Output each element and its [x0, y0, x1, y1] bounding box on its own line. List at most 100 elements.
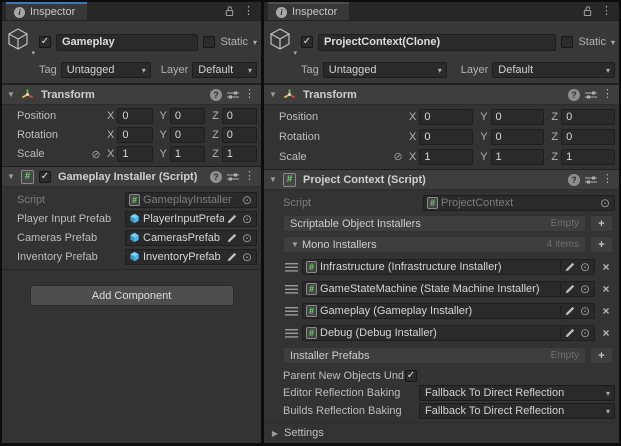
static-dropdown-icon[interactable]: ▾: [253, 38, 257, 47]
edit-pencil-icon[interactable]: [565, 262, 575, 272]
drag-handle-icon[interactable]: [285, 307, 298, 316]
edit-pencil-icon[interactable]: [227, 252, 237, 262]
link-scale-icon[interactable]: ⊘: [391, 150, 405, 163]
tab-inspector[interactable]: i Inspector: [268, 2, 349, 20]
component-menu-icon[interactable]: ⋮: [244, 171, 255, 182]
gameobject-icon[interactable]: ▾: [268, 27, 296, 57]
script-object-field[interactable]: GameplayInstaller ⊙: [125, 192, 257, 208]
installer-object-field[interactable]: Debug (Debug Installer) ⊙: [302, 325, 595, 341]
active-checkbox[interactable]: ✓: [301, 36, 313, 48]
installer-prefabs-bar[interactable]: Installer Prefabs Empty: [283, 347, 586, 364]
foldout-icon[interactable]: ▼: [290, 240, 300, 249]
active-checkbox[interactable]: ✓: [39, 36, 51, 48]
panel-menu-icon[interactable]: ⋮: [243, 6, 254, 17]
object-picker-icon[interactable]: ⊙: [578, 283, 592, 295]
foldout-icon[interactable]: ▼: [268, 90, 278, 99]
edit-pencil-icon[interactable]: [565, 284, 575, 294]
remove-item-icon[interactable]: ×: [599, 260, 613, 274]
component-menu-icon[interactable]: ⋮: [602, 174, 613, 185]
component-enabled-checkbox[interactable]: ✓: [39, 171, 51, 183]
add-item-button[interactable]: +: [590, 236, 613, 253]
parent-new-objects-checkbox[interactable]: ✓: [405, 370, 417, 382]
object-picker-icon[interactable]: ⊙: [240, 232, 254, 244]
rotation-x-field[interactable]: 0: [117, 127, 152, 143]
object-picker-icon[interactable]: ⊙: [240, 213, 254, 225]
remove-item-icon[interactable]: ×: [599, 326, 613, 340]
position-z-field[interactable]: 0: [561, 109, 615, 125]
rotation-z-field[interactable]: 0: [561, 129, 615, 145]
position-x-field[interactable]: 0: [117, 108, 152, 124]
script-object-field[interactable]: ProjectContext ⊙: [423, 195, 615, 211]
edit-pencil-icon[interactable]: [227, 233, 237, 243]
scale-z-field[interactable]: 1: [222, 146, 257, 162]
cameras-prefab-field[interactable]: CamerasPrefab ⊙: [125, 230, 257, 246]
presets-icon[interactable]: [227, 172, 239, 182]
installer-object-field[interactable]: Gameplay (Gameplay Installer) ⊙: [302, 303, 595, 319]
object-picker-icon[interactable]: ⊙: [598, 197, 612, 209]
tag-dropdown[interactable]: Untagged ▾: [323, 62, 447, 78]
presets-icon[interactable]: [585, 175, 597, 185]
rotation-z-field[interactable]: 0: [222, 127, 257, 143]
position-x-field[interactable]: 0: [419, 109, 473, 125]
static-dropdown-icon[interactable]: ▾: [611, 38, 615, 47]
remove-item-icon[interactable]: ×: [599, 282, 613, 296]
builds-reflection-baking-dropdown[interactable]: Fallback To Direct Reflection ▾: [419, 403, 615, 419]
help-icon[interactable]: ?: [210, 89, 222, 101]
settings-foldout[interactable]: ▶ Settings: [264, 422, 619, 443]
link-scale-icon[interactable]: ⊘: [89, 148, 103, 161]
unlock-icon[interactable]: [582, 5, 593, 17]
presets-icon[interactable]: [585, 90, 597, 100]
tag-dropdown[interactable]: Untagged ▾: [61, 62, 151, 78]
rotation-x-field[interactable]: 0: [419, 129, 473, 145]
scriptable-object-installers-bar[interactable]: Scriptable Object Installers Empty: [283, 215, 586, 232]
component-menu-icon[interactable]: ⋮: [244, 89, 255, 100]
rotation-y-field[interactable]: 0: [170, 127, 205, 143]
drag-handle-icon[interactable]: [285, 263, 298, 272]
gameobject-icon[interactable]: ▾: [6, 27, 34, 57]
static-checkbox[interactable]: [561, 36, 573, 48]
layer-dropdown[interactable]: Default ▾: [192, 62, 257, 78]
foldout-icon[interactable]: ▼: [268, 175, 278, 184]
edit-pencil-icon[interactable]: [565, 328, 575, 338]
project-context-header[interactable]: ▼ Project Context (Script) ? ⋮: [264, 169, 619, 190]
object-picker-icon[interactable]: ⊙: [240, 251, 254, 263]
add-item-button[interactable]: +: [590, 215, 613, 232]
layer-dropdown[interactable]: Default ▾: [492, 62, 615, 78]
transform-header[interactable]: ▼ Transform ? ⋮: [264, 84, 619, 105]
gameplay-installer-header[interactable]: ▼ ✓ Gameplay Installer (Script) ? ⋮: [2, 166, 261, 187]
position-z-field[interactable]: 0: [222, 108, 257, 124]
tab-inspector[interactable]: i Inspector: [6, 2, 87, 20]
static-checkbox[interactable]: [203, 36, 215, 48]
gameobject-name-field[interactable]: ProjectContext(Clone): [318, 34, 556, 51]
transform-header[interactable]: ▼ Transform ? ⋮: [2, 84, 261, 105]
position-y-field[interactable]: 0: [491, 109, 545, 125]
position-y-field[interactable]: 0: [170, 108, 205, 124]
remove-item-icon[interactable]: ×: [599, 304, 613, 318]
help-icon[interactable]: ?: [568, 174, 580, 186]
inventory-prefab-field[interactable]: InventoryPrefab ⊙: [125, 249, 257, 265]
unlock-icon[interactable]: [224, 5, 235, 17]
editor-reflection-baking-dropdown[interactable]: Fallback To Direct Reflection ▾: [419, 385, 615, 401]
component-menu-icon[interactable]: ⋮: [602, 89, 613, 100]
drag-handle-icon[interactable]: [285, 329, 298, 338]
object-picker-icon[interactable]: ⊙: [578, 261, 592, 273]
rotation-y-field[interactable]: 0: [491, 129, 545, 145]
panel-menu-icon[interactable]: ⋮: [601, 6, 612, 17]
scale-z-field[interactable]: 1: [561, 149, 615, 165]
scale-y-field[interactable]: 1: [491, 149, 545, 165]
foldout-icon[interactable]: ▼: [6, 172, 16, 181]
edit-pencil-icon[interactable]: [565, 306, 575, 316]
gameobject-name-field[interactable]: Gameplay: [56, 34, 198, 51]
edit-pencil-icon[interactable]: [227, 214, 237, 224]
help-icon[interactable]: ?: [210, 171, 222, 183]
add-component-button[interactable]: Add Component: [30, 285, 234, 306]
drag-handle-icon[interactable]: [285, 285, 298, 294]
scale-x-field[interactable]: 1: [117, 146, 152, 162]
installer-object-field[interactable]: Infrastructure (Infrastructure Installer…: [302, 259, 595, 275]
object-picker-icon[interactable]: ⊙: [578, 305, 592, 317]
help-icon[interactable]: ?: [568, 89, 580, 101]
scale-y-field[interactable]: 1: [170, 146, 205, 162]
scale-x-field[interactable]: 1: [419, 149, 473, 165]
presets-icon[interactable]: [227, 90, 239, 100]
foldout-icon[interactable]: ▼: [6, 90, 16, 99]
